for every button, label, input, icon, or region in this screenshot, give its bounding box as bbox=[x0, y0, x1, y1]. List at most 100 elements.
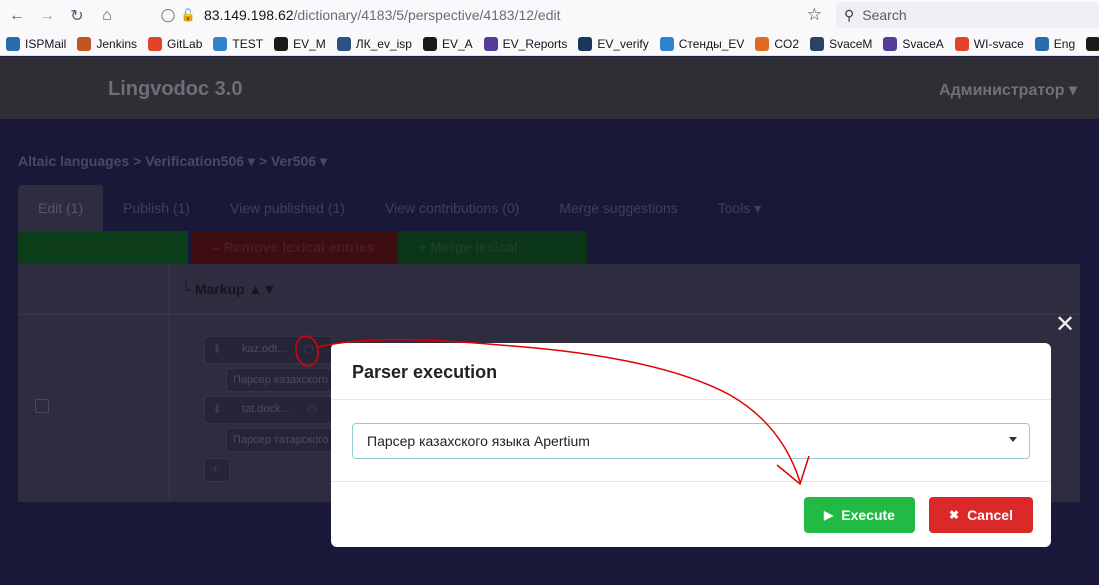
bookmark-label: EV_A bbox=[441, 36, 473, 51]
power-icon[interactable]: ⏻ bbox=[307, 402, 317, 417]
bookmark-favicon-icon bbox=[148, 36, 163, 51]
bookmark-item[interactable]: Стенды_EV bbox=[659, 36, 745, 51]
remove-entries-label: Remove lexical entries bbox=[223, 239, 375, 255]
power-icon[interactable]: ⏻ bbox=[304, 342, 314, 357]
bookmark-item[interactable]: ЛК_ev_isp bbox=[336, 36, 412, 51]
selection-column bbox=[18, 264, 170, 502]
bookmark-item[interactable]: Lin bbox=[1086, 36, 1099, 51]
bookmark-favicon-icon bbox=[336, 36, 351, 51]
cancel-label: Cancel bbox=[967, 507, 1013, 523]
add-entry-label: Add lexical entry bbox=[49, 239, 162, 255]
header-divider bbox=[18, 314, 1080, 315]
reload-icon[interactable]: ↻ bbox=[64, 3, 90, 29]
bookmarks-bar: ISPMail Jenkins GitLab TEST EV_M ЛК_ev_isp EV_… bbox=[0, 32, 1099, 56]
tab-item[interactable]: Tools ▾ bbox=[698, 185, 782, 231]
app-brand[interactable]: Lingvodoc 3.0 bbox=[108, 78, 242, 101]
bookmark-item[interactable]: EV_Reports bbox=[483, 36, 568, 51]
bookmark-favicon-icon bbox=[659, 36, 674, 51]
dropdown-caret-icon bbox=[1009, 437, 1017, 442]
bookmark-label: Jenkins bbox=[96, 36, 138, 51]
bookmark-label: Стенды_EV bbox=[678, 36, 745, 51]
tab-item[interactable]: View contributions (0) bbox=[365, 185, 539, 231]
download-icon[interactable]: ⬇ bbox=[212, 342, 222, 356]
bookmark-label: EV_verify bbox=[597, 36, 649, 51]
back-icon[interactable]: ← bbox=[4, 3, 30, 29]
tab-item[interactable]: Publish (1) bbox=[103, 185, 210, 231]
execute-button[interactable]: ▶ Execute bbox=[804, 497, 915, 533]
parser-result-label[interactable]: Парсер казахского bbox=[233, 374, 328, 386]
forward-icon[interactable]: → bbox=[34, 3, 60, 29]
bookmark-favicon-icon bbox=[77, 36, 92, 51]
user-name: Администратор bbox=[939, 82, 1065, 99]
bookmark-item[interactable]: SvaceM bbox=[810, 36, 873, 51]
remove-lexical-entries-button[interactable]: – Remove lexical entries bbox=[192, 231, 398, 264]
add-lexical-entry-button[interactable]: + Add lexical entry bbox=[18, 231, 188, 264]
user-menu[interactable]: Администратор ▾ bbox=[939, 80, 1077, 100]
bookmark-favicon-icon bbox=[578, 36, 593, 51]
bookmark-label: SvaceM bbox=[829, 36, 873, 51]
bookmark-favicon-icon bbox=[755, 36, 770, 51]
bookmark-item[interactable]: EV_verify bbox=[578, 36, 649, 51]
merge-lexical-entries-button[interactable]: + Merge lexical entries bbox=[398, 231, 587, 288]
bookmark-label: Eng bbox=[1053, 36, 1076, 51]
search-icon: ⚲ bbox=[844, 6, 855, 23]
bookmark-favicon-icon bbox=[483, 36, 498, 51]
bookmark-item[interactable]: WI-svace bbox=[954, 36, 1024, 51]
bookmark-item[interactable]: CO2 bbox=[755, 36, 800, 51]
modal-body: Парсер казахского языка Apertium bbox=[331, 400, 1051, 482]
bookmark-label: EV_Reports bbox=[502, 36, 568, 51]
shield-icon[interactable]: ◯ bbox=[158, 7, 178, 23]
parser-result-label[interactable]: Парсер татарского bbox=[233, 434, 328, 446]
bookmark-item[interactable]: TEST bbox=[213, 36, 264, 51]
bookmark-label: EV_M bbox=[293, 36, 326, 51]
bookmark-favicon-icon bbox=[1034, 36, 1049, 51]
search-placeholder: Search bbox=[862, 7, 907, 23]
close-icon[interactable]: ✕ bbox=[1055, 313, 1075, 337]
bookmark-label: ISPMail bbox=[25, 36, 67, 51]
browser-toolbar: ← → ↻ ⌂ ◯ 🔓 83.149.198.62/dictionary/418… bbox=[0, 0, 1099, 32]
bookmark-label: SvaceA bbox=[902, 36, 944, 51]
modal-title: Parser execution bbox=[331, 343, 1051, 400]
bookmark-label: TEST bbox=[232, 36, 264, 51]
markup-header-label: Markup bbox=[194, 281, 245, 297]
download-icon[interactable]: ⬇ bbox=[212, 402, 222, 416]
plus-icon: + bbox=[212, 462, 220, 476]
parser-execution-modal: Parser execution Парсер казахского языка… bbox=[331, 343, 1051, 547]
bookmark-favicon-icon bbox=[6, 36, 20, 51]
tab-item[interactable]: Edit (1) bbox=[18, 185, 104, 231]
markup-file-name[interactable]: tat.dock... bbox=[242, 403, 290, 415]
bookmark-star-icon[interactable]: ☆ bbox=[807, 5, 822, 25]
parser-select[interactable]: Парсер казахского языка Apertium bbox=[352, 423, 1030, 459]
bookmark-item[interactable]: Eng bbox=[1034, 36, 1076, 51]
cancel-button[interactable]: ✖ Cancel bbox=[929, 497, 1033, 533]
bookmark-favicon-icon bbox=[954, 36, 969, 51]
execute-label: Execute bbox=[841, 507, 895, 523]
address-bar[interactable]: ◯ 🔓 83.149.198.62/dictionary/4183/5/pers… bbox=[158, 2, 828, 28]
breadcrumb[interactable]: Altaic languages > Verification506 ▾ > V… bbox=[18, 153, 327, 170]
entry-toolbar: + Add lexical entry – Remove lexical ent… bbox=[18, 231, 587, 288]
bookmark-item[interactable]: EV_A bbox=[422, 36, 473, 51]
tab-item[interactable]: View published (1) bbox=[210, 185, 365, 231]
url-host: 83.149.198.62 bbox=[204, 7, 294, 23]
bookmark-item[interactable]: GitLab bbox=[148, 36, 203, 51]
modal-actions: ▶ Execute ✖ Cancel bbox=[331, 482, 1051, 547]
bookmark-item[interactable]: SvaceA bbox=[883, 36, 944, 51]
bookmark-favicon-icon bbox=[213, 36, 228, 51]
bookmark-label: GitLab bbox=[167, 36, 203, 51]
bookmark-favicon-icon bbox=[1086, 36, 1099, 51]
insecure-lock-icon[interactable]: 🔓 bbox=[178, 8, 198, 22]
bookmark-item[interactable]: EV_M bbox=[274, 36, 326, 51]
bookmark-favicon-icon bbox=[810, 36, 825, 51]
tab-item[interactable]: Merge suggestions bbox=[539, 185, 697, 231]
markup-file-name[interactable]: kaz.odt... bbox=[242, 343, 287, 355]
play-icon: ▶ bbox=[824, 508, 834, 522]
home-icon[interactable]: ⌂ bbox=[94, 3, 120, 29]
bookmark-favicon-icon bbox=[883, 36, 898, 51]
bookmark-label: CO2 bbox=[774, 36, 800, 51]
perspective-tabs: Edit (1) Publish (1) View published (1) Vie… bbox=[18, 185, 781, 231]
markup-column-header[interactable]: └ Markup ▲▼ bbox=[181, 281, 276, 297]
entry-checkbox[interactable] bbox=[35, 399, 49, 413]
bookmark-item[interactable]: Jenkins bbox=[77, 36, 138, 51]
browser-search-input[interactable]: ⚲ Search bbox=[836, 2, 1099, 28]
bookmark-item[interactable]: ISPMail bbox=[6, 36, 67, 51]
